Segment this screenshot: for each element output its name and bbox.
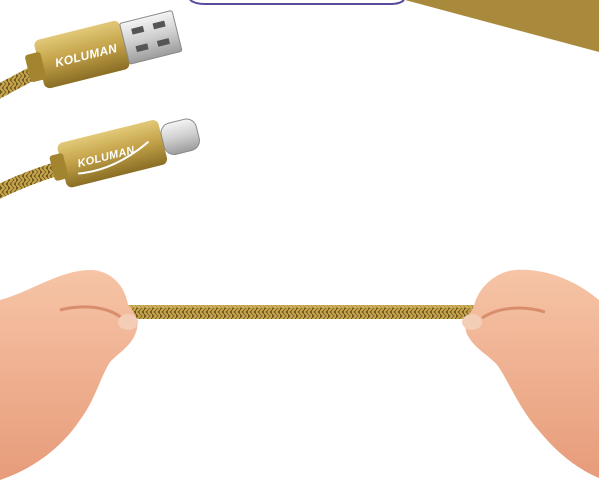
usb-a-connector: KOLUMAN xyxy=(25,10,183,89)
right-thumbnail xyxy=(462,314,482,330)
usb-a-plug xyxy=(119,10,183,65)
usb-c-connector: KOLUMAN xyxy=(49,118,200,188)
usb-c-plug xyxy=(160,118,200,156)
stretched-cable-highlight xyxy=(120,305,480,308)
top-frame-edge xyxy=(189,0,405,5)
corner-banner xyxy=(405,0,599,52)
left-thumbnail xyxy=(118,314,138,330)
braided-cable-lower xyxy=(0,161,67,199)
product-photo: KOLUMAN KOLUMAN xyxy=(0,0,599,503)
usb-a-cable: KOLUMAN xyxy=(0,10,183,99)
product-photo-canvas: KOLUMAN KOLUMAN xyxy=(0,0,599,480)
right-hand xyxy=(462,269,599,478)
left-hand xyxy=(0,270,138,480)
left-hand-shape xyxy=(0,270,138,480)
right-hand-shape xyxy=(465,269,599,478)
usb-c-cable: KOLUMAN xyxy=(0,118,200,199)
